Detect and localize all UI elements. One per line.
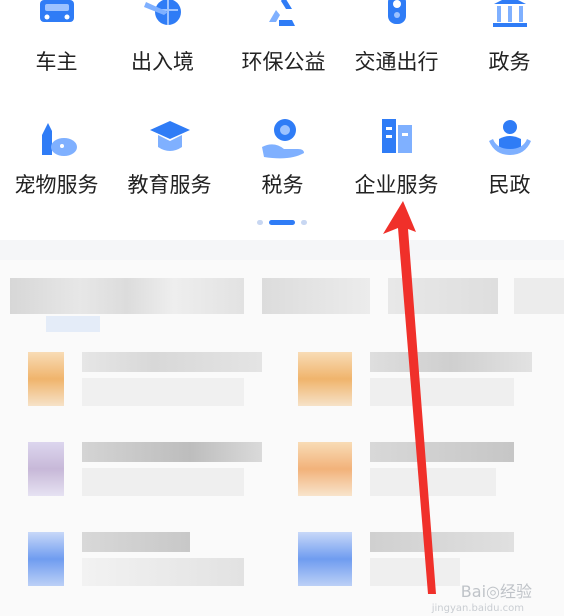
blurred-block (82, 352, 262, 372)
plane-globe-icon (143, 0, 181, 25)
page-dot[interactable] (301, 220, 307, 225)
service-item-government[interactable]: 政务 (453, 0, 564, 76)
service-label: 宠物服务 (14, 173, 99, 197)
blurred-block (370, 468, 496, 496)
blurred-block (370, 442, 514, 462)
blurred-thumbnail (298, 352, 352, 406)
service-label: 企业服务 (354, 173, 439, 197)
service-item-education[interactable]: 教育服务 (113, 115, 226, 199)
blurred-block (46, 316, 100, 332)
watermark-url: jingyan.baidu.com (431, 603, 524, 614)
government-building-icon (492, 0, 527, 27)
page-dot[interactable] (257, 220, 263, 225)
service-label: 政务 (488, 50, 531, 74)
blurred-block (10, 278, 244, 314)
blurred-block (82, 442, 262, 462)
office-building-icon (381, 119, 412, 153)
watermark: Bai◎经验 (460, 582, 532, 601)
traffic-light-icon (387, 0, 406, 24)
blurred-block (82, 378, 244, 406)
service-item-enterprise[interactable]: 企业服务 (340, 115, 453, 199)
blurred-thumbnail (298, 532, 352, 586)
blurred-block (370, 352, 532, 372)
blurred-block (370, 532, 514, 552)
service-label: 教育服务 (127, 173, 212, 197)
service-grid: 车主 出入境 环保公益 交通出行 政务 宠物服务 教育服务 税务 企业服务 民政 (0, 0, 564, 232)
car-icon (39, 0, 74, 22)
blurred-thumbnail (28, 442, 64, 496)
service-item-tax[interactable]: 税务 (226, 115, 339, 199)
service-label: 民政 (488, 173, 531, 197)
service-item-transport[interactable]: 交通出行 (340, 0, 453, 76)
blurred-block (370, 558, 460, 586)
blurred-thumbnail (28, 532, 64, 586)
service-item-pet[interactable]: 宠物服务 (0, 115, 113, 199)
service-label: 环保公益 (241, 50, 326, 74)
graduation-cap-icon (149, 121, 190, 151)
blurred-block (262, 278, 370, 314)
service-label: 出入境 (131, 50, 194, 74)
section-divider (0, 240, 564, 260)
tax-hand-icon (261, 119, 304, 159)
blurred-block (388, 278, 498, 314)
blurred-block (370, 378, 514, 406)
service-item-environment[interactable]: 环保公益 (227, 0, 340, 76)
blurred-block (514, 278, 564, 314)
service-item-car-owner[interactable]: 车主 (0, 0, 113, 76)
blurred-content (0, 260, 564, 616)
blurred-thumbnail (298, 442, 352, 496)
blurred-block (82, 532, 190, 552)
service-item-civil-affairs[interactable]: 民政 (453, 115, 564, 199)
service-item-immigration[interactable]: 出入境 (106, 0, 219, 76)
service-label: 税务 (261, 173, 304, 197)
page-dot-active[interactable] (269, 220, 295, 225)
blurred-thumbnail (28, 352, 64, 406)
pet-icon (41, 123, 77, 156)
people-care-icon (488, 120, 531, 155)
service-label: 交通出行 (354, 50, 439, 74)
blurred-block (82, 468, 244, 496)
recycle-icon (268, 0, 295, 26)
blurred-block (82, 558, 244, 586)
page-indicator (0, 219, 564, 227)
service-label: 车主 (35, 50, 78, 74)
